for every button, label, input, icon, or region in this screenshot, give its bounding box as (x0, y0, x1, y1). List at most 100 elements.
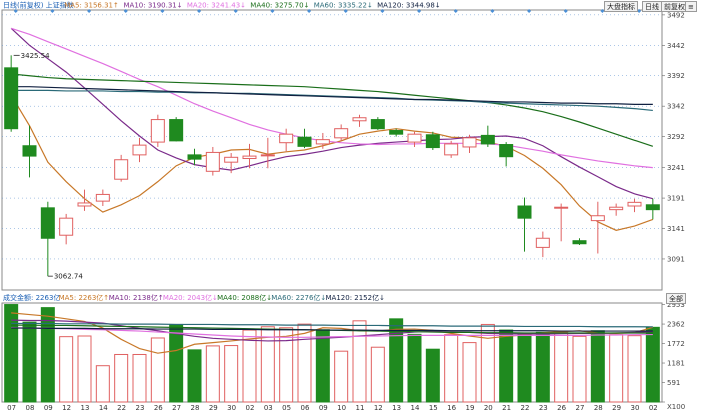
volume-bar-down (4, 304, 19, 403)
date-axis: 07 08 09 12 13 14 22 23 26 27 28 29 30 02 03 05 06 09 10 11… (7, 404, 658, 412)
date-tick-label: 05 (282, 404, 291, 412)
stock-chart[interactable]: 309131413191324132923342339234423492 342… (0, 0, 719, 412)
volume-bar-down (499, 329, 514, 403)
date-tick-label: 28 (191, 404, 200, 412)
price-tick-label: 3141 (667, 225, 685, 233)
candle-down (499, 144, 514, 158)
candle-down (370, 119, 385, 130)
candle-down (169, 119, 184, 142)
ma40-line (11, 73, 654, 147)
volume-tick-label: 1181 (667, 360, 685, 368)
candle-up (535, 237, 550, 248)
candle-up (114, 159, 129, 180)
volume-tick-label: 2362 (667, 321, 685, 329)
date-tick-label: 15 (429, 404, 438, 412)
candle-up (444, 143, 459, 156)
candle-up (462, 137, 477, 148)
price-legend-title: 日线(前复权) 上证指数 (3, 1, 74, 10)
date-tick-label: 06 (301, 404, 310, 412)
candle-down (389, 130, 404, 135)
price-tick-label: 3392 (667, 72, 685, 80)
volume-tick-label: 1772 (667, 340, 685, 348)
candle-up (407, 133, 422, 143)
date-tick-label: 30 (227, 404, 236, 412)
volume-bar-up (627, 335, 642, 403)
date-tick-label: 02 (649, 404, 658, 412)
price-legend-ma60: MA60: 3335.22↓ (314, 2, 373, 10)
date-tick-label: 29 (209, 404, 218, 412)
date-tick-label: 09 (44, 404, 53, 412)
volume-bars[interactable] (4, 304, 660, 403)
candle-up (554, 206, 569, 209)
candle-down (425, 134, 440, 149)
date-tick-label: 12 (62, 404, 71, 412)
date-tick-label: 13 (81, 404, 90, 412)
volume-bar-up (150, 337, 165, 403)
volume-bar-up (95, 365, 110, 403)
candle-down (645, 204, 660, 211)
volume-legend-ma5: MA5: 2263亿↑ (59, 293, 110, 302)
adjust-button[interactable]: 前复权 (661, 1, 688, 12)
volume-legend-ma20: MA20: 2043亿↓ (163, 293, 218, 302)
candle-up (95, 193, 110, 202)
candle-up (279, 133, 294, 144)
volume-bar-up (59, 336, 74, 403)
candle-down (517, 205, 532, 219)
date-tick-label: 12 (374, 404, 383, 412)
candle-down (22, 145, 37, 157)
volume-bar-down (517, 333, 532, 403)
volume-bar-down (315, 329, 330, 403)
candle-up (260, 154, 275, 157)
volume-tick-label: 591 (667, 379, 680, 387)
volume-bar-up (297, 323, 312, 403)
candle-up (132, 144, 147, 156)
volume-bar-up (462, 342, 477, 403)
date-tick-label: 13 (392, 404, 401, 412)
date-tick-label: 14 (99, 404, 108, 412)
candle-up (205, 151, 220, 172)
price-legend-ma40: MA40: 3275.70↓ (250, 2, 309, 10)
date-tick-label: 07 (7, 404, 16, 412)
volume-bar-up (444, 334, 459, 403)
date-tick-label: 14 (411, 404, 420, 412)
volume-bar-up (224, 345, 239, 403)
date-tick-label: 03 (264, 404, 273, 412)
volume-bar-up (554, 331, 569, 403)
date-tick-label: 09 (319, 404, 328, 412)
volume-bar-down (535, 331, 550, 403)
candle-up (334, 128, 349, 139)
date-tick-label: 26 (154, 404, 163, 412)
volume-bar-down (425, 348, 440, 403)
volume-bar-up (114, 353, 129, 403)
menu-icon[interactable]: ≡ (685, 1, 697, 12)
candle-up (315, 139, 330, 145)
candle-down (40, 207, 55, 239)
candle-down (480, 134, 495, 145)
date-tick-label: 26 (557, 404, 566, 412)
volume-legend-ma10: MA10: 2138亿↑ (109, 293, 164, 302)
volume-legend-ma40: MA40: 2088亿↓ (217, 293, 272, 302)
volume-bar-down (590, 330, 605, 403)
candle-up (77, 202, 92, 207)
price-axis-ticks: 309131413191324132923342339234423492 (662, 11, 685, 263)
volume-unit-button[interactable]: 全部 (666, 293, 686, 304)
volume-bar-down (187, 349, 202, 403)
volume-legend-ma60: MA60: 2276亿↓ (271, 293, 326, 302)
candle-up (627, 201, 642, 207)
indicator-button[interactable]: 大盘指标 (604, 1, 638, 12)
volume-bar-up (205, 345, 220, 403)
volume-bar-down (22, 321, 37, 403)
candle-down (297, 136, 312, 147)
date-tick-label: 19 (466, 404, 475, 412)
price-tick-label: 3091 (667, 255, 685, 263)
ma10-line (10, 27, 653, 200)
volume-bar-up (572, 335, 587, 403)
price-tick-label: 3241 (667, 164, 685, 172)
volume-legend-title: 成交金额: 2263亿 (3, 293, 60, 302)
period-button[interactable]: 日线 (642, 1, 662, 12)
ma120-line (11, 86, 653, 105)
candle-down (187, 154, 202, 160)
volume-bar-up (279, 327, 294, 403)
price-tick-label: 3342 (667, 103, 685, 111)
price-grid (2, 14, 662, 260)
